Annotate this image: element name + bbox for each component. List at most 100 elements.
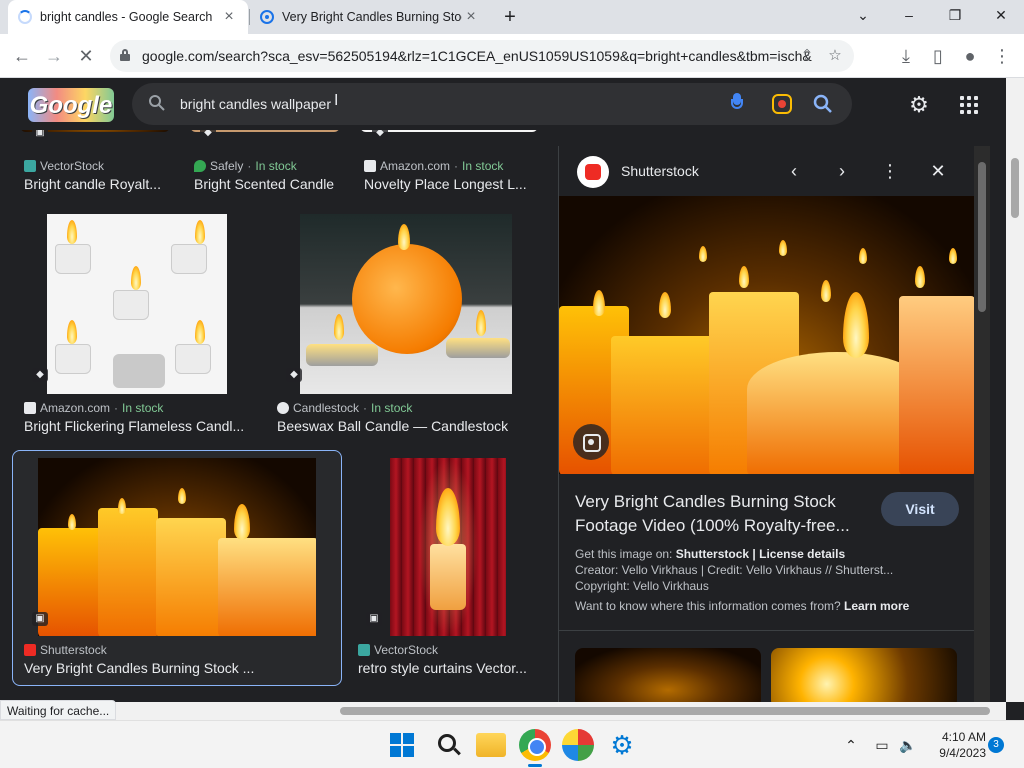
chrome-menu-icon[interactable]: ⋮ [988,42,1016,70]
settings-gears-icon[interactable]: ⚙ [606,729,638,761]
tab-search-button[interactable]: ⌄ [840,0,886,30]
close-panel-icon[interactable]: ✕ [927,160,949,182]
amazon-favicon-icon [24,402,36,414]
tab-strip: bright candles - Google Search × Very Br… [0,0,1024,34]
tab-shutterstock[interactable]: Very Bright Candles Burning Stoc × [250,0,490,34]
tab-google-search[interactable]: bright candles - Google Search × [8,0,248,34]
result-thumbnail[interactable] [47,214,227,394]
result-title[interactable]: Novelty Place Longest L... [364,176,534,192]
result-title[interactable]: retro style curtains Vector... [358,660,544,676]
clock-time: 4:10 AM [941,730,986,744]
result-source[interactable]: VectorStock [358,643,438,657]
page-vertical-scrollbar[interactable] [1006,78,1024,702]
previous-chevron-icon[interactable]: ‹ [783,160,805,182]
search-icon [149,95,165,111]
license-details-link[interactable]: License details [759,547,845,561]
status-bar: Waiting for cache... [0,700,117,720]
shopping-tag-icon: ◆ [372,130,388,140]
result-source[interactable]: Safely · In stock [194,159,297,173]
search-inside-image-icon[interactable] [573,424,609,460]
result-source[interactable]: Candlestock · In stock [277,401,412,415]
result-source[interactable]: VectorStock [24,159,104,173]
chrome-taskbar-icon[interactable] [519,729,551,761]
new-tab-button[interactable]: + [498,4,522,30]
maximize-button[interactable]: ❐ [932,0,978,30]
back-arrow-icon[interactable]: ← [8,42,36,70]
lock-icon[interactable] [120,49,130,61]
browser-toolbar: ← → ✕ google.com/search?sca_esv=56250519… [0,34,1024,78]
result-source[interactable]: Shutterstock [24,643,107,657]
preview-image[interactable] [559,196,974,474]
bookmark-star-icon[interactable]: ☆ [824,45,846,67]
page-horizontal-scrollbar[interactable] [0,702,1006,720]
result-thumbnail[interactable] [300,214,512,394]
copyright: Copyright: Vello Virkhaus [575,579,709,593]
tab-title: bright candles - Google Search [40,10,213,24]
learn-more-link[interactable]: Learn more [844,599,909,613]
result-source[interactable]: Amazon.com · In stock [364,159,503,173]
panel-source-name[interactable]: Shutterstock [621,163,699,179]
stop-loading-icon[interactable]: ✕ [72,42,100,70]
result-source[interactable]: Amazon.com · In stock [24,401,163,415]
address-bar[interactable]: google.com/search?sca_esv=562505194&rlz=… [110,40,854,72]
panel-title[interactable]: Very Bright Candles Burning Stock Footag… [575,490,875,538]
google-header: Google bright candles wallpaper Ι ⚙ [0,78,1004,130]
amazon-favicon-icon [364,160,376,172]
windows-taskbar: ⚙ ⌃ ▭ 🔈 4:10 AM 9/4/2023 3 [0,720,1024,768]
info-source-note: Want to know where this information come… [575,599,910,613]
windows-start-icon[interactable] [386,729,418,761]
result-thumbnail[interactable] [390,458,506,636]
file-explorer-icon[interactable] [476,733,506,757]
result-title[interactable]: Bright Flickering Flameless Candl... [24,418,250,434]
settings-gear-icon[interactable]: ⚙ [906,92,932,118]
visit-button[interactable]: Visit [881,492,959,526]
safely-favicon-icon [194,160,206,172]
url-text[interactable]: google.com/search?sca_esv=562505194&rlz=… [142,48,812,64]
result-thumbnail[interactable] [38,458,316,636]
shopping-tag-icon: ◆ [200,130,216,140]
shutterstock-logo-icon[interactable] [577,156,609,188]
result-title[interactable]: Very Bright Candles Burning Stock ... [24,660,324,676]
system-clock[interactable]: 4:10 AM 9/4/2023 [930,729,986,761]
search-input[interactable]: bright candles wallpaper [180,96,331,112]
result-title[interactable]: Beeswax Ball Candle — Candlestock [277,418,547,434]
forward-arrow-icon[interactable]: → [40,42,68,70]
active-app-indicator [528,764,542,767]
side-panel-icon[interactable]: ▯ [924,42,952,70]
tab-close-icon[interactable]: × [462,8,480,26]
volume-icon[interactable]: 🔈 [896,721,920,768]
download-icon[interactable]: ⤓ [892,42,920,70]
related-image-thumbnail[interactable] [575,648,761,702]
search-box[interactable]: bright candles wallpaper Ι [132,83,852,125]
panel-scrollbar[interactable] [974,146,990,702]
image-badge-icon: ▣ [366,612,382,626]
result-title[interactable]: Bright candle Royalt... [24,176,174,192]
profile-avatar-icon[interactable]: ● [956,42,984,70]
shutterstock-favicon-icon [24,644,36,656]
tab-close-icon[interactable]: × [220,8,238,26]
more-options-icon[interactable]: ⋮ [879,160,901,182]
tab-favicon-icon [260,10,274,24]
minimize-button[interactable]: – [886,0,932,30]
close-window-button[interactable]: ✕ [978,0,1024,30]
image-results-grid: ▣ ◆ ◆ VectorStock Bright candle Royalt..… [0,130,558,702]
photos-app-icon[interactable] [562,729,594,761]
notification-badge[interactable]: 3 [988,737,1004,753]
google-apps-icon[interactable] [958,94,980,116]
image-preview-panel: Shutterstock ‹ › ⋮ ✕ Very Bright Candles… [558,146,974,702]
show-hidden-icons-chevron-icon[interactable]: ⌃ [840,721,862,768]
network-icon[interactable]: ▭ [870,721,894,768]
lens-search-icon[interactable] [772,94,792,114]
shopping-tag-icon: ◆ [286,368,302,382]
voice-search-icon[interactable] [730,93,744,113]
next-chevron-icon[interactable]: › [831,160,853,182]
search-submit-icon[interactable] [812,93,834,115]
image-badge-icon: ▣ [32,612,48,626]
creator-credit: Creator: Vello Virkhaus | Credit: Vello … [575,563,894,577]
share-icon[interactable]: ⇪ [796,45,818,67]
result-title[interactable]: Bright Scented Candle [194,176,354,192]
get-image-source-link[interactable]: Shutterstock [676,547,749,561]
related-image-thumbnail[interactable] [771,648,957,702]
google-doodle-logo[interactable]: Google [28,88,114,122]
image-badge-icon: ▣ [32,130,48,140]
